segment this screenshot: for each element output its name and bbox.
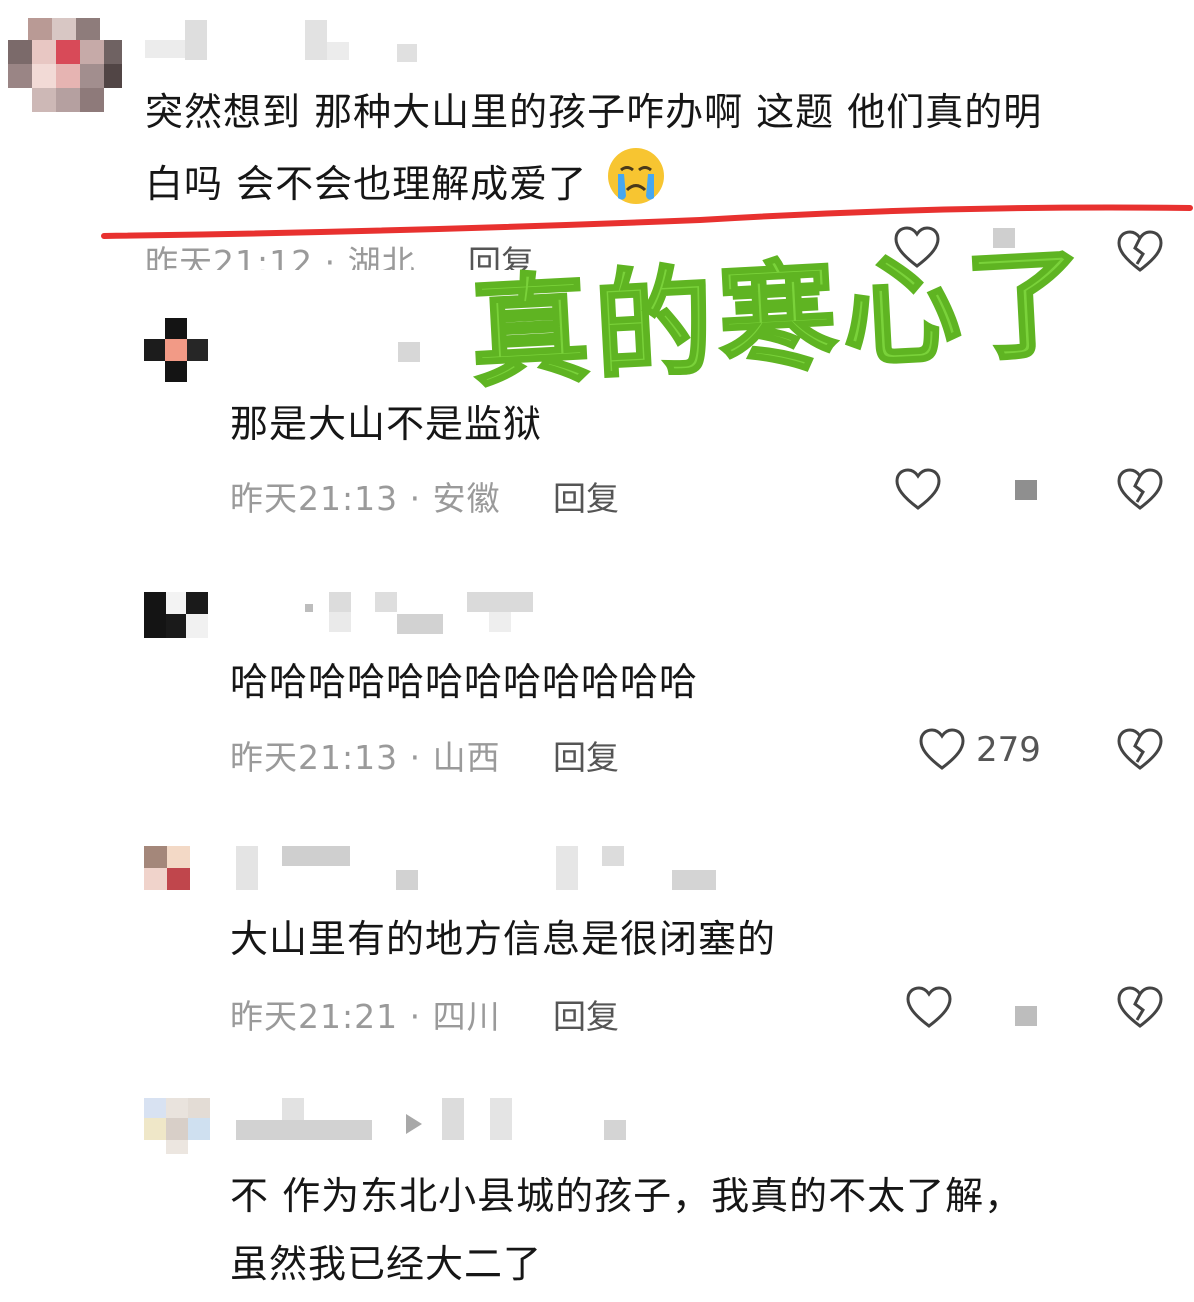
avatar[interactable] — [144, 592, 208, 638]
comment-time: 昨天21:13 — [230, 479, 399, 518]
comment-text: 大山里有的地方信息是很闭塞的 — [230, 917, 777, 961]
avatar[interactable] — [144, 1098, 210, 1154]
reply-button[interactable]: 回复 — [553, 472, 619, 520]
comment-time: 昨天21:13 — [230, 738, 399, 777]
comment-location: 安徽 — [432, 479, 501, 518]
comment-location: 四川 — [432, 997, 501, 1036]
reply-button[interactable]: 回复 — [553, 990, 619, 1038]
comment-meta: 昨天21:13 · 安徽 — [230, 479, 501, 518]
reply-button[interactable]: 回复 — [553, 731, 619, 779]
username-redacted[interactable] — [236, 846, 726, 890]
play-icon — [406, 1114, 422, 1134]
comment-meta: 昨天21:13 · 山西 — [230, 738, 501, 777]
dislike-broken-heart-icon[interactable] — [1116, 728, 1164, 776]
comment-text-line-1: 不 作为东北小县城的孩子，我真的不太了解， — [230, 1174, 1024, 1218]
username-redacted[interactable] — [236, 1098, 636, 1142]
comment-text: 哈哈哈哈哈哈哈哈哈哈哈哈 — [230, 660, 699, 704]
dislike-broken-heart-icon[interactable] — [1116, 986, 1164, 1034]
like-count: 279 — [976, 730, 1041, 770]
comment-meta: 昨天21:21 · 四川 — [230, 997, 501, 1036]
redacted-block — [1015, 480, 1037, 500]
avatar[interactable] — [144, 318, 208, 382]
like-heart-icon[interactable] — [894, 468, 942, 516]
redacted-block — [1015, 1006, 1037, 1026]
like-heart-icon[interactable] — [918, 728, 966, 776]
overlay-caption: 真的寒心了 — [466, 231, 1095, 404]
comment-location: 山西 — [432, 738, 501, 777]
username-redacted[interactable] — [305, 592, 545, 636]
comment-text: 那是大山不是监狱 — [230, 402, 543, 446]
dislike-broken-heart-icon[interactable] — [1116, 468, 1164, 516]
username-redacted[interactable] — [398, 342, 420, 362]
like-heart-icon[interactable] — [905, 986, 953, 1034]
comment-text-line-2: 虽然我已经大二了 — [230, 1242, 543, 1286]
comment-time: 昨天21:21 — [230, 997, 399, 1036]
avatar[interactable] — [144, 846, 190, 890]
